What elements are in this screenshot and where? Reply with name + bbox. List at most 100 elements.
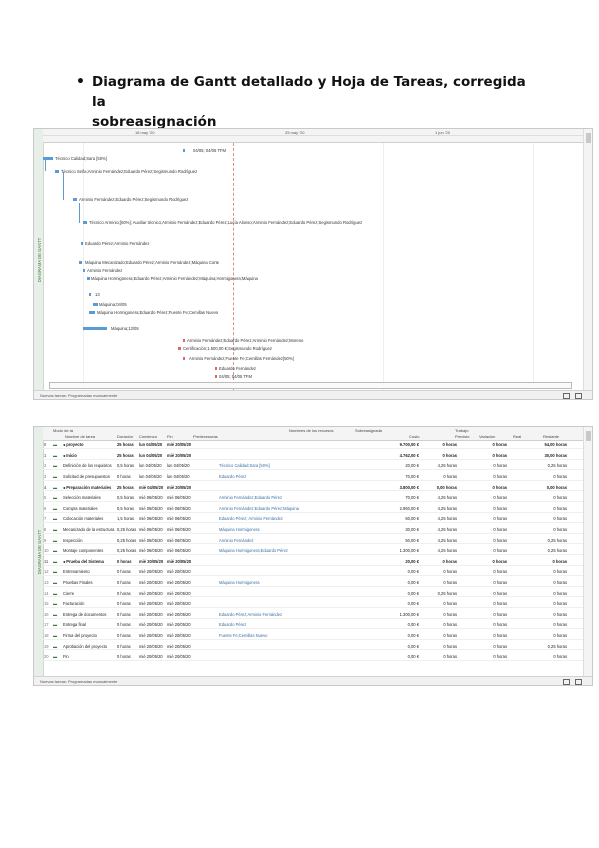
header-finish[interactable]: Fin [167, 434, 173, 439]
horizontal-scrollbar[interactable] [49, 382, 572, 389]
table-row[interactable]: 5 ▬ Selección materiales 0,5 horas mié 06/05… [43, 494, 584, 502]
task-name-cell[interactable]: Cierre [63, 591, 115, 596]
view-icon[interactable] [563, 678, 570, 685]
header-cost[interactable]: Costo [409, 434, 419, 439]
header-duration[interactable]: Duración [117, 434, 133, 439]
header-over[interactable]: Sobreasignada [355, 428, 382, 433]
gantt-bar[interactable] [83, 221, 87, 224]
gantt-bar[interactable] [178, 347, 181, 350]
table-row[interactable]: 15 ▬ Facturación 0 horas mié 20/05/20 mié 20/… [43, 600, 584, 608]
grid-icon[interactable] [575, 678, 582, 685]
gantt-chart-area[interactable]: 04/05; 04/05 TFM Técnico Calidad;Sara [50… [43, 143, 584, 390]
header-variance[interactable]: Variación [479, 434, 495, 439]
table-row[interactable]: 7 ▬ Colocación materiales 1,5 horas mié 06/0… [43, 515, 584, 524]
header-resources[interactable]: Nombres de los recursos [289, 428, 333, 433]
header-remaining[interactable]: Restante [543, 434, 559, 439]
table-row[interactable]: 19 ▬ Aprobación del proyecto 0 horas mié 20/… [43, 642, 584, 651]
task-name-cell[interactable]: Colocación materiales [63, 516, 115, 521]
gantt-bar[interactable] [89, 293, 91, 296]
resources-cell: Eduardo Pérez [219, 622, 247, 628]
actual-cell: 0,25 horas [547, 537, 567, 543]
finish-cell: mié 20/05/20 [167, 633, 191, 639]
task-name-cell[interactable]: Solicitud de presupuestos [63, 474, 115, 479]
task-name-cell[interactable]: Entrega final [63, 622, 115, 627]
task-name-cell[interactable]: Entrega de documentos [63, 612, 115, 617]
table-row[interactable]: 20 ▬ Fin 0 horas mié 20/05/20 mié 20/05/20 0,0… [43, 653, 584, 661]
task-name-cell[interactable]: Inspección [63, 538, 115, 543]
task-name-cell[interactable]: ◂ Prueba del Sistema [63, 559, 115, 564]
table-row[interactable]: 13 ▬ Pruebas Finales 0 horas mié 20/05/20 mié… [43, 579, 584, 587]
table-row[interactable]: 10 ▬ Montaje componentes 0,25 horas mié 06/0… [43, 547, 584, 555]
table-row[interactable]: 12 ▬ Entrenamiento 0 horas mié 20/05/20 mié 2… [43, 568, 584, 577]
table-row[interactable]: 18 ▬ Firma del proyecto 0 horas mié 20/05/20… [43, 632, 584, 640]
task-name-cell[interactable]: Firma del proyecto [63, 633, 115, 638]
task-name-cell[interactable]: ◂ Inicio [63, 453, 115, 458]
table-row[interactable]: 4 ▬ ◂ Preparación materiales 25 horas mié 04… [43, 483, 584, 492]
header-pred[interactable]: Predecesoras [193, 434, 218, 439]
table-row[interactable]: 17 ▬ Entrega final 0 horas mié 20/05/20 mié 2… [43, 621, 584, 630]
row-number: 8 [44, 527, 47, 533]
task-name-cell[interactable]: Aprobación del proyecto [63, 644, 115, 649]
duration-cell: 25 horas [117, 452, 134, 458]
gantt-bar[interactable] [183, 149, 185, 152]
task-mode-icon: ▬ [53, 537, 58, 543]
task-name-cell[interactable]: Mecanizado de la estructura [63, 527, 115, 532]
finish-cell: mié 20/05/20 [167, 601, 191, 607]
task-name-cell[interactable]: Selección materiales [63, 495, 115, 500]
task-name-cell[interactable]: Fin [63, 654, 115, 659]
task-name-cell[interactable]: Montaje componentes [63, 548, 115, 553]
header-work[interactable]: Trabajo [455, 428, 468, 433]
header-name[interactable]: Nombre de tarea [65, 434, 95, 439]
header-actual[interactable]: Real [513, 434, 521, 439]
table-row[interactable]: 6 ▬ Compra materiales 0,5 horas mié 06/05/20… [43, 505, 584, 513]
header-start[interactable]: Comienzo [139, 434, 157, 439]
gantt-bar[interactable] [183, 357, 185, 360]
gantt-bar[interactable] [55, 170, 59, 173]
task-name-cell[interactable]: Entrenamiento [63, 569, 115, 574]
finish-cell: mié 20/05/20 [167, 558, 192, 564]
resources-cell: Eduardo Pérez; Arminio Fernández [219, 516, 283, 522]
header-baseline[interactable]: Previsto [455, 434, 469, 439]
gantt-bar[interactable] [215, 367, 217, 370]
gantt-bar[interactable] [183, 339, 185, 342]
vertical-scrollbar[interactable] [583, 129, 592, 390]
task-name-cell[interactable]: ◂ Preparación materiales [63, 485, 115, 490]
task-name-cell[interactable]: Compra materiales [63, 506, 115, 511]
task-name-cell[interactable]: Pruebas Finales [63, 580, 115, 585]
gantt-bar[interactable] [89, 311, 95, 314]
finish-cell: mié 20/05/20 [167, 569, 191, 575]
task-name-cell[interactable]: Definición de los requisitos [63, 463, 115, 468]
table-row[interactable]: 1 ▬ ◂ Inicio 25 horas lun 04/05/20 mié 20/05/… [43, 452, 584, 460]
task-name-cell[interactable]: Facturación [63, 601, 115, 606]
table-row[interactable]: 9 ▬ Inspección 0,25 horas mié 06/05/20 mié 06… [43, 536, 584, 545]
actual-cell: 0,25 horas [547, 548, 567, 554]
table-row[interactable]: 2 ▬ Definición de los requisitos 0,5 horas l… [43, 462, 584, 471]
cost-cell: 50,00 € [405, 537, 419, 543]
cost-cell: 0,00 € [407, 633, 419, 639]
view-icon[interactable] [563, 392, 570, 399]
resources-cell: Arminio Fernández;Eduardo Pérez [219, 495, 283, 501]
vertical-scrollbar[interactable] [583, 427, 592, 676]
task-name-cell[interactable]: ◂ proyecto [63, 442, 115, 447]
gantt-bar-label: Arminio Fernández [87, 267, 123, 273]
table-row[interactable]: 16 ▬ Entrega de documentos 0 horas mié 20/05… [43, 611, 584, 619]
table-row[interactable]: 14 ▬ Cierre 0 horas mié 20/05/20 mié 20/05/20… [43, 589, 584, 598]
gantt-bar[interactable] [83, 327, 107, 330]
gantt-bar[interactable] [73, 198, 77, 201]
gantt-bar[interactable] [215, 375, 217, 378]
grid-icon[interactable] [575, 392, 582, 399]
table-row[interactable]: 0 ▬ ◂ proyecto 25 horas lun 04/05/20 mié 20/0… [43, 441, 584, 449]
cost-cell: 9.700,00 € [399, 442, 419, 448]
gantt-bar[interactable] [81, 242, 83, 245]
row-number: 13 [44, 580, 49, 586]
start-cell: mié 20/05/20 [139, 633, 163, 639]
baseline-cell: 0 horas [493, 601, 507, 607]
table-row[interactable]: 8 ▬ Mecanizado de la estructura 0,25 horas m… [43, 526, 584, 534]
gantt-bar[interactable] [83, 269, 85, 272]
gantt-bar[interactable] [87, 277, 90, 280]
gantt-bar[interactable] [79, 261, 82, 264]
row-number: 14 [44, 590, 49, 596]
table-row[interactable]: 11 ▬ ◂ Prueba del Sistema 0 horas mié 20/05/… [43, 558, 584, 566]
table-row[interactable]: 3 ▬ Solicitud de presupuestos 0 horas lun 04… [43, 473, 584, 481]
gantt-bar[interactable] [93, 303, 98, 306]
